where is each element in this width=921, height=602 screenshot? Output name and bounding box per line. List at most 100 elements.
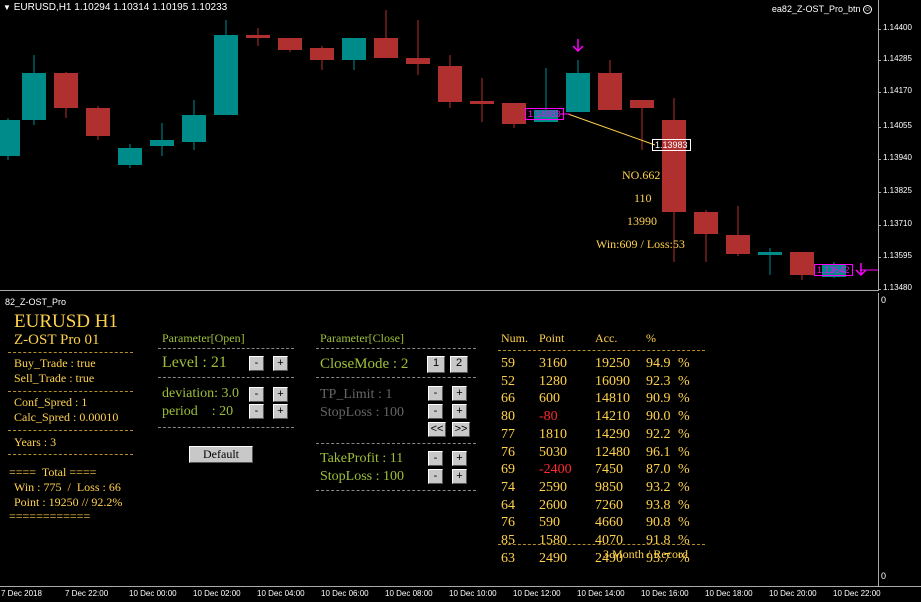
record-cell-acc: 19250 — [595, 356, 630, 371]
record-cell-unit: % — [678, 356, 690, 371]
candle-body — [118, 148, 142, 165]
price-label: 1.14083 — [525, 108, 564, 120]
price-tick: 1.14170 — [878, 86, 912, 95]
time-tick: 10 Dec 08:00 — [385, 589, 433, 598]
record-cell-acc: 14810 — [595, 391, 630, 407]
record-cell-num: 63 — [501, 550, 515, 566]
time-axis: 7 Dec 2018 7 Dec 22:00 10 Dec 00:00 10 D… — [0, 586, 921, 602]
candle-body — [406, 58, 430, 64]
time-tick: 10 Dec 04:00 — [257, 589, 305, 598]
time-tick: 10 Dec 14:00 — [577, 589, 625, 598]
record-cell-pct: 87.0 — [646, 462, 671, 478]
time-tick: 10 Dec 20:00 — [769, 589, 817, 598]
axis-top-value: 0 — [881, 295, 887, 305]
candle-body — [22, 73, 46, 120]
record-cell-point: 5030 — [539, 444, 567, 460]
record-cell-pct: 94.9 — [646, 356, 671, 371]
record-cell-unit: % — [678, 515, 690, 531]
record-cell-point: -2400 — [539, 462, 572, 478]
record-cell-point: 3160 — [539, 356, 567, 371]
indicator-subwindow[interactable]: 82_Z-OST_Pro EURUSD H1 Z-OST Pro 01 Buy_… — [0, 293, 878, 586]
price-tick: 1.14285 — [878, 54, 912, 63]
candle-body — [182, 115, 206, 142]
record-cell-num: 52 — [501, 373, 515, 389]
record-cell-num: 76 — [501, 515, 515, 531]
record-cell-unit: % — [678, 462, 690, 478]
arrow-down-icon — [572, 39, 584, 53]
subwindow-axis: 0 0 — [878, 293, 921, 586]
arrow-down-icon — [855, 263, 867, 277]
price-axis: 1.14400 1.14285 1.14170 1.14055 1.13940 … — [878, 0, 921, 292]
candle-body — [598, 73, 622, 110]
record-cell-pct: 92.3 — [646, 373, 671, 389]
record-cell-point: 1810 — [539, 426, 567, 442]
record-cell-num: 66 — [501, 391, 515, 407]
candle-body — [790, 252, 814, 275]
record-cell-num: 64 — [501, 497, 515, 513]
candle-body — [246, 35, 270, 38]
price-tick: 1.13480 — [878, 283, 912, 292]
candle-body — [0, 120, 20, 156]
record-cell-pct: 90.9 — [646, 391, 671, 407]
record-cell-point: 2490 — [539, 550, 567, 566]
price-tick: 1.13710 — [878, 219, 912, 228]
record-cell-pct: 93.8 — [646, 497, 671, 513]
record-cell-point: 2590 — [539, 479, 567, 495]
record-table: 59 3160 19250 94.9% 52 1280 16090 92.3% 66 600 148… — [0, 293, 878, 566]
candle-body — [54, 73, 78, 108]
candle-body — [438, 66, 462, 102]
candle-body — [374, 38, 398, 58]
time-tick: 7 Dec 2018 — [1, 589, 42, 598]
record-cell-point: 600 — [539, 391, 560, 407]
record-cell-num: 76 — [501, 444, 515, 460]
price-tick: 1.13825 — [878, 186, 912, 195]
candle-body — [310, 48, 334, 60]
record-cell-unit: % — [678, 479, 690, 495]
price-chart[interactable]: ▼ EURUSD,H1 1.10294 1.10314 1.10195 1.10… — [0, 0, 878, 291]
record-cell-pct: 92.2 — [646, 426, 671, 442]
price-label: 1.13983 — [652, 139, 691, 151]
record-cell-point: 2600 — [539, 497, 567, 513]
candle-body — [502, 103, 526, 124]
record-cell-acc: 7260 — [595, 497, 623, 513]
candle-body — [662, 120, 686, 212]
time-tick: 10 Dec 10:00 — [449, 589, 497, 598]
candles-svg — [0, 10, 878, 280]
record-cell-point: 1580 — [539, 533, 567, 548]
record-cell-num: 80 — [501, 409, 515, 425]
record-cell-pct: 93.2 — [646, 479, 671, 495]
price-tick: 1.14400 — [878, 23, 912, 32]
record-cell-acc: 9850 — [595, 479, 623, 495]
record-cell-point: 590 — [539, 515, 560, 531]
record-cell-unit: % — [678, 426, 690, 442]
record-cell-pct: 90.0 — [646, 409, 671, 425]
price-label: 1.13642 — [814, 264, 853, 276]
record-cell-acc: 7450 — [595, 462, 623, 478]
record-cell-num: 85 — [501, 533, 515, 548]
time-tick: 10 Dec 16:00 — [641, 589, 689, 598]
price-tick: 1.13940 — [878, 153, 912, 162]
candle-body — [150, 140, 174, 146]
axis-bottom-value: 0 — [881, 571, 887, 581]
candle-body — [278, 38, 302, 50]
info-accumulated: 13990 — [627, 214, 657, 228]
record-cell-num: 74 — [501, 479, 515, 495]
record-footer: 3 Month / Record — [603, 547, 688, 561]
candle-body — [726, 235, 750, 254]
candle-body — [630, 100, 654, 108]
candle-body — [86, 108, 110, 136]
record-cell-num: 59 — [501, 356, 515, 371]
time-tick: 10 Dec 12:00 — [513, 589, 561, 598]
record-cell-point: 1280 — [539, 373, 567, 389]
record-cell-pct: 96.1 — [646, 444, 671, 460]
info-points: 110 — [634, 191, 652, 205]
info-trade-no: NO.662 — [622, 168, 661, 182]
record-cell-acc: 4660 — [595, 515, 623, 531]
info-win-loss: Win:609 / Loss:53 — [596, 237, 685, 251]
record-cell-unit: % — [678, 444, 690, 460]
time-tick: 10 Dec 22:00 — [833, 589, 881, 598]
record-cell-acc: 14210 — [595, 409, 630, 425]
price-tick: 1.13595 — [878, 251, 912, 260]
candle-body — [694, 212, 718, 234]
record-cell-num: 69 — [501, 462, 515, 478]
